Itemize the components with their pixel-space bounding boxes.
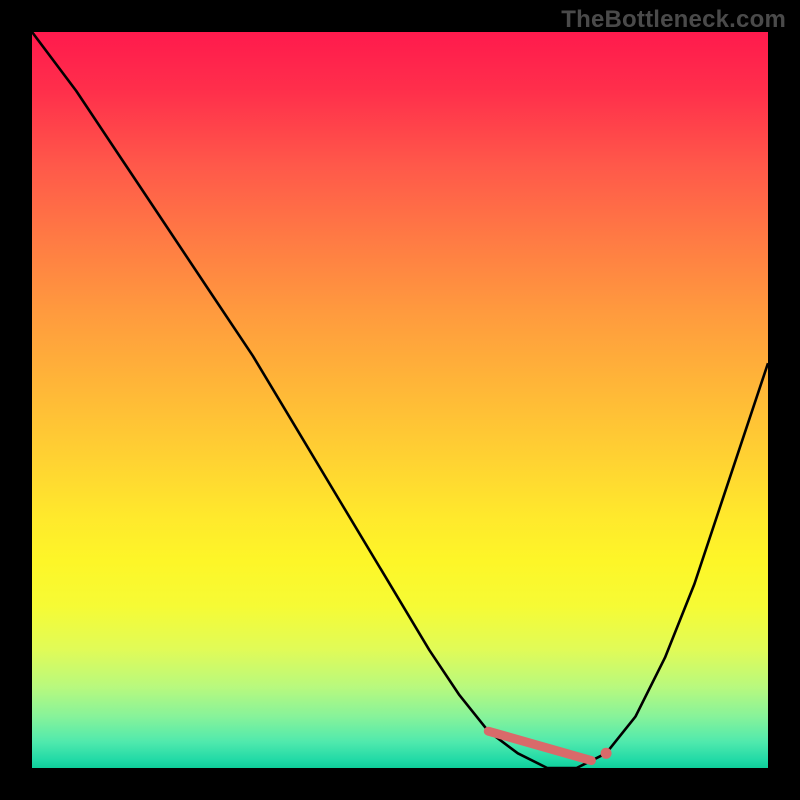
- watermark-text: TheBottleneck.com: [561, 6, 786, 34]
- chart-svg: [32, 32, 768, 768]
- optimal-point-marker: [601, 748, 612, 759]
- bottleneck-curve-line: [32, 32, 768, 768]
- optimal-range-marker: [488, 731, 591, 760]
- chart-plot-area: [32, 32, 768, 768]
